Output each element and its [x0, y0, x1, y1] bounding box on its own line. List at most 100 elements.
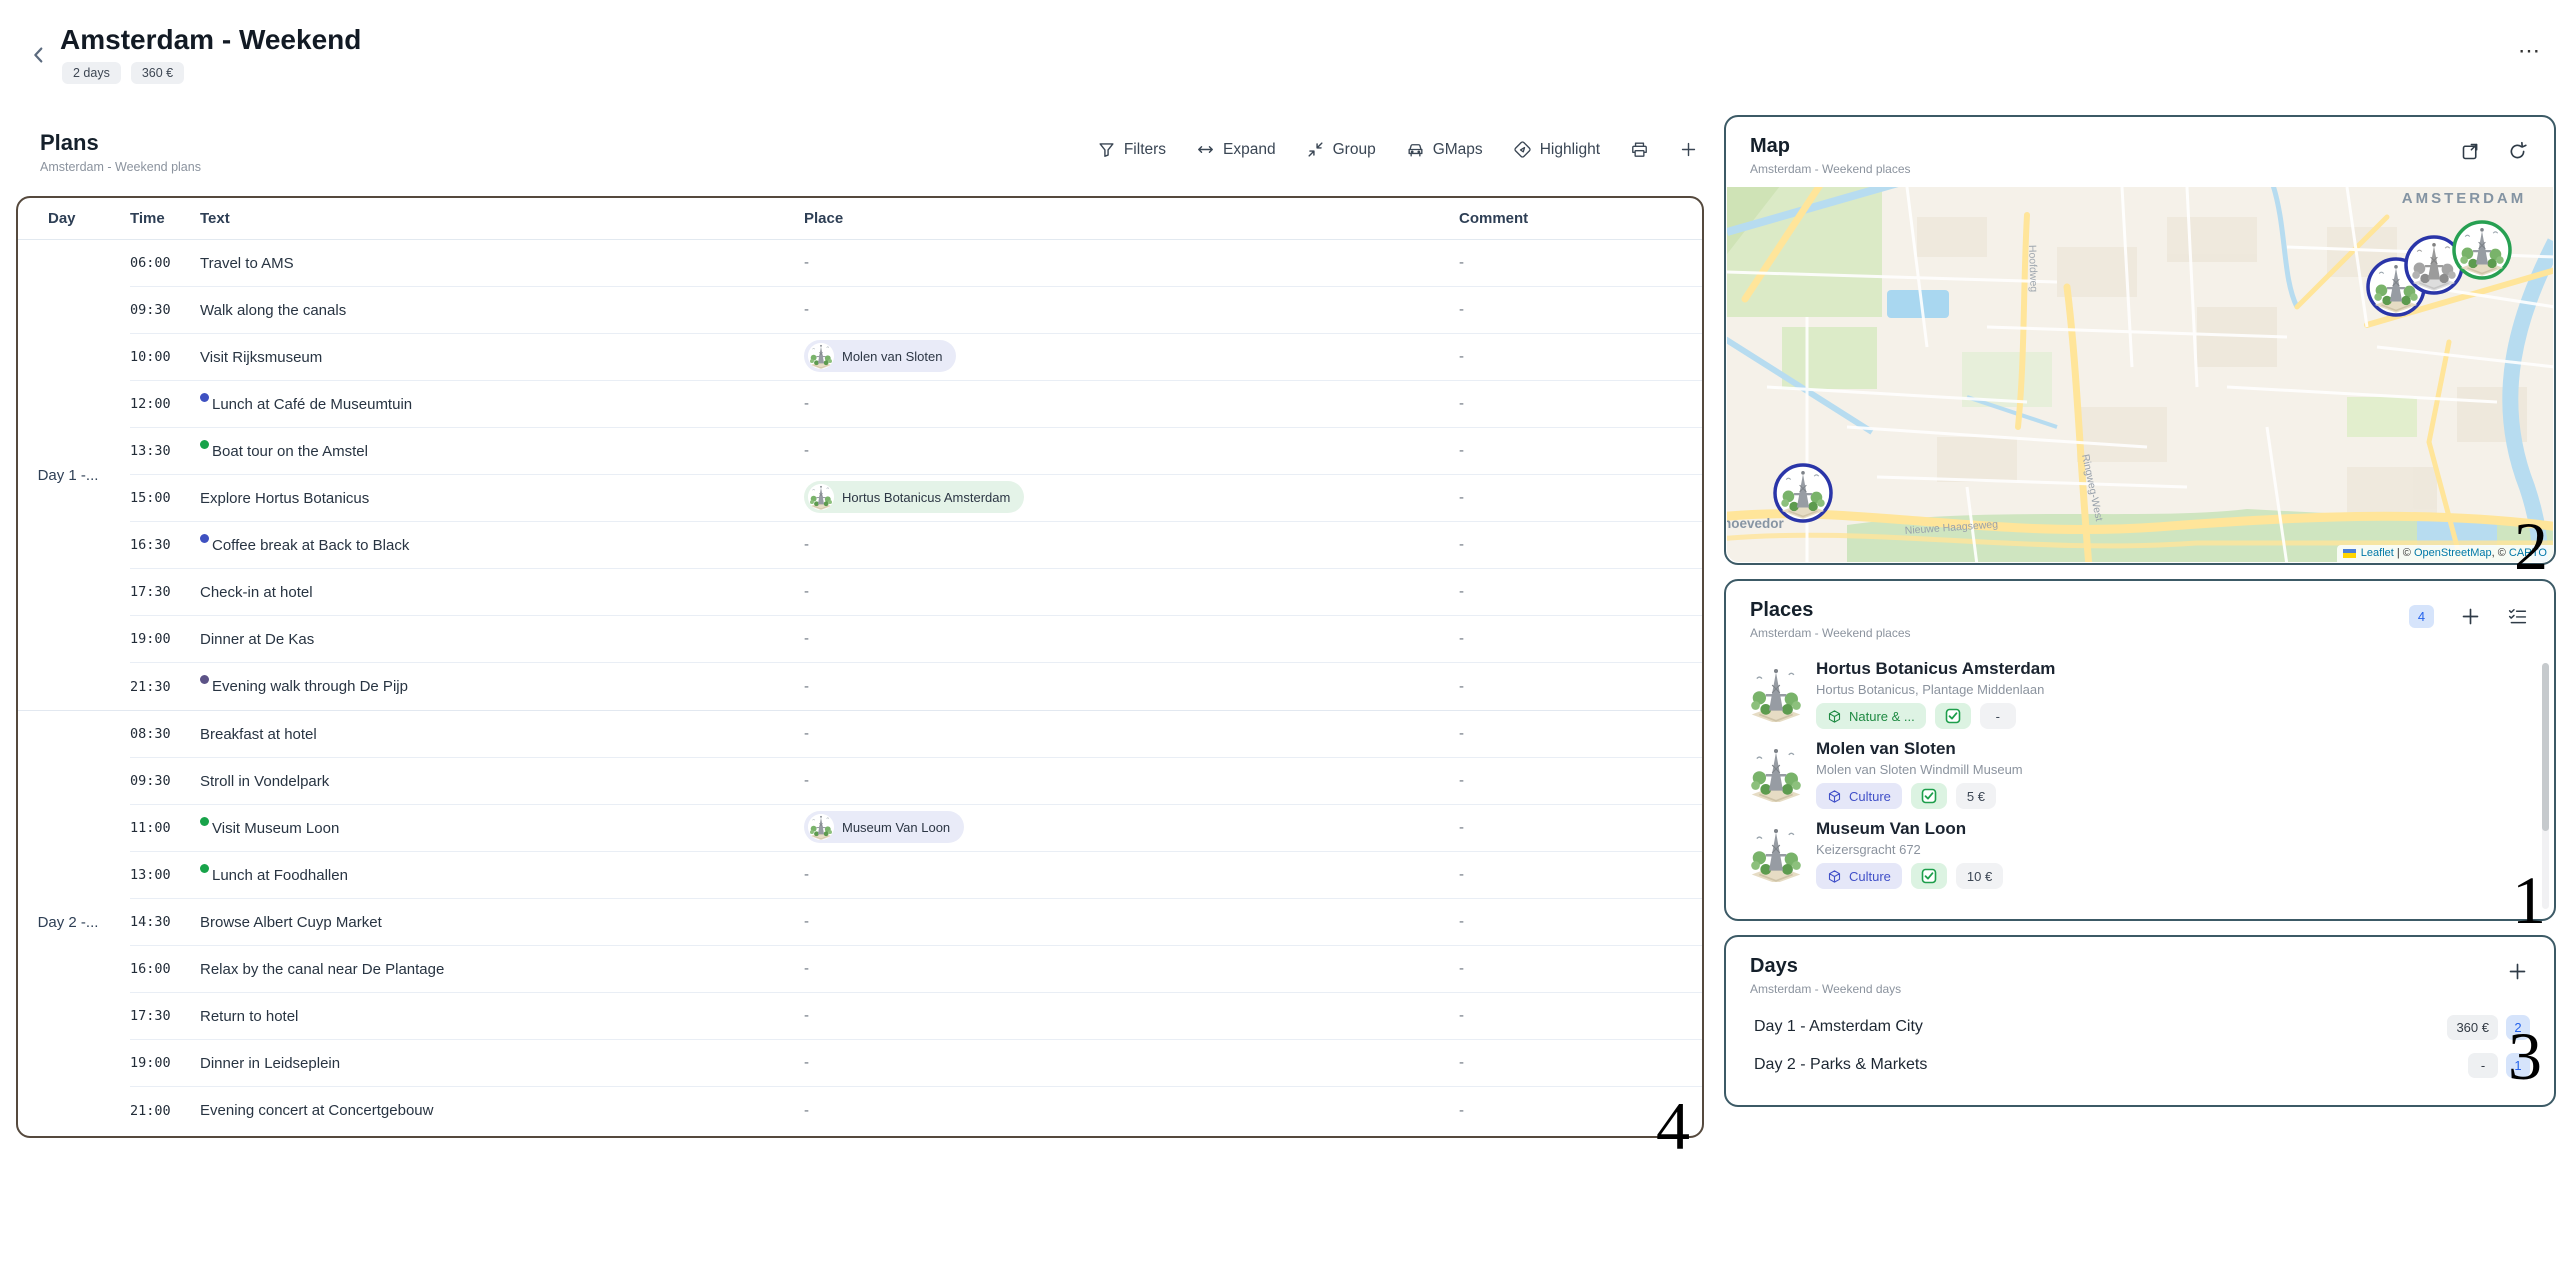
- plan-place-cell[interactable]: -: [804, 630, 1459, 648]
- visited-checkbox[interactable]: [1911, 783, 1947, 809]
- day-group-label[interactable]: Day 1 -...: [18, 240, 118, 710]
- plan-row[interactable]: 19:00 Dinner at De Kas - -: [130, 616, 1702, 663]
- plan-row[interactable]: 12:00 Lunch at Café de Museumtuin - -: [130, 381, 1702, 428]
- plan-comment-cell[interactable]: -: [1459, 1007, 1702, 1025]
- plan-row[interactable]: 06:00 Travel to AMS - -: [130, 240, 1702, 287]
- plan-row[interactable]: 19:00 Dinner in Leidseplein - -: [130, 1040, 1702, 1087]
- plan-place-cell[interactable]: Museum Van Loon: [804, 811, 1459, 845]
- plan-text-cell[interactable]: Breakfast at hotel: [200, 726, 804, 743]
- plan-row[interactable]: 15:00 Explore Hortus Botanicus Hortus Bo…: [130, 475, 1702, 522]
- plan-comment-cell[interactable]: -: [1459, 772, 1702, 790]
- list-checks-icon[interactable]: [2507, 606, 2528, 627]
- plan-place-cell[interactable]: -: [804, 254, 1459, 272]
- filters-button[interactable]: Filters: [1097, 140, 1166, 159]
- plan-time-cell[interactable]: 11:00: [130, 820, 200, 836]
- plan-comment-cell[interactable]: -: [1459, 866, 1702, 884]
- plan-text-cell[interactable]: Lunch at Café de Museumtuin: [200, 396, 804, 413]
- plan-comment-cell[interactable]: -: [1459, 960, 1702, 978]
- plan-row[interactable]: 16:00 Relax by the canal near De Plantag…: [130, 946, 1702, 993]
- plan-text-cell[interactable]: Visit Museum Loon: [200, 820, 804, 837]
- plan-place-cell[interactable]: Molen van Sloten: [804, 340, 1459, 374]
- plan-time-cell[interactable]: 10:00: [130, 349, 200, 365]
- plan-text-cell[interactable]: Lunch at Foodhallen: [200, 867, 804, 884]
- plan-place-cell[interactable]: -: [804, 866, 1459, 884]
- plan-place-cell[interactable]: -: [804, 678, 1459, 696]
- plan-text-cell[interactable]: Stroll in Vondelpark: [200, 773, 804, 790]
- plan-comment-cell[interactable]: -: [1459, 395, 1702, 413]
- plan-comment-cell[interactable]: -: [1459, 725, 1702, 743]
- plan-place-cell[interactable]: -: [804, 725, 1459, 743]
- plan-text-cell[interactable]: Travel to AMS: [200, 255, 804, 272]
- plan-comment-cell[interactable]: -: [1459, 913, 1702, 931]
- plan-time-cell[interactable]: 09:30: [130, 302, 200, 318]
- plan-place-cell[interactable]: Hortus Botanicus Amsterdam: [804, 481, 1459, 515]
- plan-place-cell[interactable]: -: [804, 913, 1459, 931]
- attribution-link[interactable]: OpenStreetMap: [2414, 547, 2492, 559]
- plan-row[interactable]: 08:30 Breakfast at hotel - -: [130, 711, 1702, 758]
- plan-time-cell[interactable]: 06:00: [130, 255, 200, 271]
- plan-row[interactable]: 14:30 Browse Albert Cuyp Market - -: [130, 899, 1702, 946]
- plan-text-cell[interactable]: Dinner at De Kas: [200, 631, 804, 648]
- place-chip[interactable]: Museum Van Loon: [804, 811, 964, 843]
- highlight-button[interactable]: Highlight: [1513, 140, 1600, 159]
- plan-time-cell[interactable]: 13:00: [130, 867, 200, 883]
- plan-time-cell[interactable]: 14:30: [130, 914, 200, 930]
- add-day-icon[interactable]: [2507, 961, 2528, 982]
- plan-row[interactable]: 16:30 Coffee break at Back to Black - -: [130, 522, 1702, 569]
- plan-comment-cell[interactable]: -: [1459, 583, 1702, 601]
- add-place-icon[interactable]: [2460, 606, 2481, 627]
- plan-place-cell[interactable]: -: [804, 1054, 1459, 1072]
- back-button[interactable]: [24, 40, 54, 70]
- plan-comment-cell[interactable]: -: [1459, 254, 1702, 272]
- plan-time-cell[interactable]: 17:30: [130, 1008, 200, 1024]
- plan-row[interactable]: 11:00 Visit Museum Loon Museum Van Loon …: [130, 805, 1702, 852]
- plan-row[interactable]: 09:30 Stroll in Vondelpark - -: [130, 758, 1702, 805]
- plan-text-cell[interactable]: Explore Hortus Botanicus: [200, 490, 804, 507]
- plan-row[interactable]: 17:30 Check-in at hotel - -: [130, 569, 1702, 616]
- plan-time-cell[interactable]: 19:00: [130, 1055, 200, 1071]
- plan-text-cell[interactable]: Boat tour on the Amstel: [200, 443, 804, 460]
- plan-time-cell[interactable]: 21:00: [130, 1103, 200, 1119]
- group-button[interactable]: Group: [1306, 140, 1376, 159]
- places-scrollbar-thumb[interactable]: [2542, 663, 2549, 831]
- plan-comment-cell[interactable]: -: [1459, 301, 1702, 319]
- map-marker[interactable]: [1775, 465, 1831, 521]
- plan-place-cell[interactable]: -: [804, 301, 1459, 319]
- plan-comment-cell[interactable]: -: [1459, 1054, 1702, 1072]
- visited-checkbox[interactable]: [1911, 863, 1947, 889]
- plan-time-cell[interactable]: 15:00: [130, 490, 200, 506]
- plan-comment-cell[interactable]: -: [1459, 678, 1702, 696]
- gmaps-button[interactable]: GMaps: [1406, 140, 1483, 159]
- plan-row[interactable]: 13:30 Boat tour on the Amstel - -: [130, 428, 1702, 475]
- plan-time-cell[interactable]: 08:30: [130, 726, 200, 742]
- plan-time-cell[interactable]: 21:30: [130, 679, 200, 695]
- visited-checkbox[interactable]: [1935, 703, 1971, 729]
- refresh-icon[interactable]: [2507, 141, 2528, 162]
- plan-place-cell[interactable]: -: [804, 395, 1459, 413]
- plan-row[interactable]: 09:30 Walk along the canals - -: [130, 287, 1702, 334]
- category-chip[interactable]: Culture: [1816, 783, 1902, 809]
- plan-time-cell[interactable]: 19:00: [130, 631, 200, 647]
- plan-row[interactable]: 21:30 Evening walk through De Pijp - -: [130, 663, 1702, 710]
- day-list-item[interactable]: Day 1 - Amsterdam City 360 € 2: [1726, 1008, 2554, 1046]
- plan-text-cell[interactable]: Return to hotel: [200, 1008, 804, 1025]
- printer-button[interactable]: [1630, 140, 1649, 159]
- plan-text-cell[interactable]: Visit Rijksmuseum: [200, 349, 804, 366]
- plan-text-cell[interactable]: Walk along the canals: [200, 302, 804, 319]
- plan-place-cell[interactable]: -: [804, 1007, 1459, 1025]
- day-list-item[interactable]: Day 2 - Parks & Markets - 1: [1726, 1046, 2554, 1084]
- plan-time-cell[interactable]: 09:30: [130, 773, 200, 789]
- plan-place-cell[interactable]: -: [804, 536, 1459, 554]
- plan-comment-cell[interactable]: -: [1459, 819, 1702, 837]
- place-list-item[interactable]: Molen van Sloten Molen van Sloten Windmi…: [1726, 734, 2554, 814]
- plan-time-cell[interactable]: 13:30: [130, 443, 200, 459]
- plan-place-cell[interactable]: -: [804, 960, 1459, 978]
- expand-map-icon[interactable]: [2460, 141, 2481, 162]
- plan-row[interactable]: 10:00 Visit Rijksmuseum Molen van Sloten…: [130, 334, 1702, 381]
- plan-comment-cell[interactable]: -: [1459, 630, 1702, 648]
- more-options-icon[interactable]: ⋯: [2518, 38, 2542, 64]
- category-chip[interactable]: Culture: [1816, 863, 1902, 889]
- plan-text-cell[interactable]: Relax by the canal near De Plantage: [200, 961, 804, 978]
- place-chip[interactable]: Molen van Sloten: [804, 340, 956, 372]
- place-list-item[interactable]: Hortus Botanicus Amsterdam Hortus Botani…: [1726, 654, 2554, 734]
